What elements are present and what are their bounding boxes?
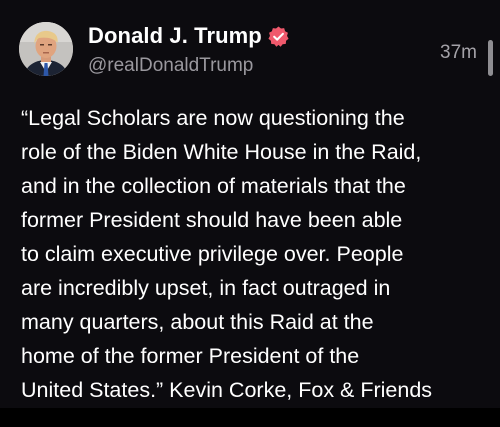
- bottom-divider: [0, 408, 500, 427]
- post-body-line: many quarters, about this Raid at the: [21, 310, 374, 334]
- post-body-line: former President should have been able: [21, 208, 403, 232]
- post-body: “Legal Scholars are now questioning the …: [21, 101, 487, 407]
- avatar-photo: [19, 22, 73, 76]
- post-body-line: home of the former President of the: [21, 344, 360, 368]
- post-timestamp[interactable]: 37m: [440, 42, 477, 64]
- post-body-line: “Legal Scholars are now questioning the: [21, 106, 405, 130]
- verified-badge-icon: [267, 25, 290, 48]
- post-body-line: United States.” Kevin Corke, Fox & Frien…: [21, 378, 433, 402]
- author-display-name[interactable]: Donald J. Trump: [88, 23, 262, 49]
- post-body-line: role of the Biden White House in the Rai…: [21, 140, 422, 164]
- scrollbar[interactable]: [488, 40, 493, 76]
- post-card[interactable]: Donald J. Trump @realDonaldTrump 37m “Le…: [0, 0, 500, 408]
- author-name-row[interactable]: Donald J. Trump: [88, 23, 290, 49]
- post-body-line: and in the collection of materials that …: [21, 174, 406, 198]
- avatar[interactable]: [19, 22, 73, 76]
- post-body-line: are incredibly upset, in fact outraged i…: [21, 276, 391, 300]
- author-handle[interactable]: @realDonaldTrump: [88, 55, 253, 77]
- post-body-line: to claim executive privilege over. Peopl…: [21, 242, 404, 266]
